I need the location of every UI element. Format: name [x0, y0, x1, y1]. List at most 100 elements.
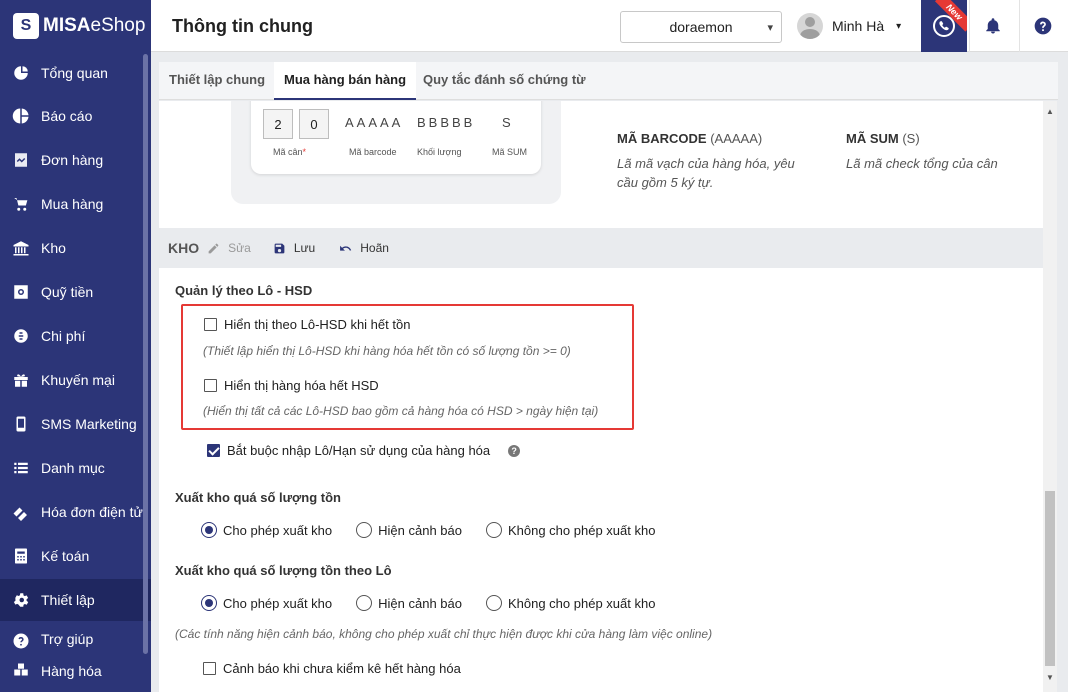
over-stock-deny-radio[interactable]: Không cho phép xuất kho	[485, 522, 656, 538]
radio-button[interactable]	[485, 522, 502, 538]
scale-code-label: Mã cân*	[273, 147, 306, 157]
call-center-button[interactable]: New	[921, 0, 967, 52]
sidebar-item-thiet-lap[interactable]: Thiết lập	[0, 579, 151, 621]
sidebar-item-label: Danh mục	[41, 460, 105, 476]
einvoice-icon	[11, 502, 31, 522]
show-expired-label: Hiển thị hàng hóa hết HSD	[224, 378, 379, 393]
over-stock-lot-allow-radio[interactable]: Cho phép xuất kho	[201, 595, 332, 611]
help-icon	[11, 631, 31, 651]
tab-purchase-sales[interactable]: Mua hàng bán hàng	[274, 62, 417, 100]
sidebar-item-bao-cao[interactable]: Báo cáo	[0, 95, 151, 137]
save-button[interactable]: Lưu	[273, 241, 315, 255]
barcode-info-title: MÃ BARCODE (AAAAA)	[617, 131, 762, 146]
sidebar-item-kho[interactable]: Kho	[0, 227, 151, 269]
radio-button[interactable]	[485, 595, 502, 611]
user-menu[interactable]: Minh Hà ▾	[797, 13, 901, 39]
barcode-desc-line: Lã mã vạch của hàng hóa, yêu	[617, 156, 795, 171]
tab-document-numbering[interactable]: Quy tắc đánh số chứng từ	[413, 62, 596, 100]
warehouse-section-header: KHO Sửa Lưu Hoãn	[159, 228, 1043, 268]
top-header: Thông tin chung doraemon ▾ Minh Hà ▾ New	[151, 0, 1068, 52]
sidebar-item-label: Kho	[41, 240, 66, 256]
sidebar-item-quy-tien[interactable]: Quỹ tiền	[0, 271, 151, 313]
edit-button[interactable]: Sửa	[207, 241, 251, 255]
scroll-up-arrow-icon[interactable]: ▲	[1046, 107, 1054, 116]
over-stock-title: Xuất kho quá số lượng tồn	[175, 490, 341, 505]
require-lot-option[interactable]: Bắt buộc nhập Lô/Hạn sử dụng của hàng hó…	[207, 443, 521, 458]
sidebar-item-tong-quan[interactable]: Tổng quan	[0, 52, 151, 94]
barcode-info-title-text: MÃ BARCODE	[617, 131, 707, 146]
pie-chart-icon	[11, 106, 31, 126]
over-stock-warn-radio[interactable]: Hiện cảnh báo	[356, 522, 462, 538]
sidebar-item-hang-hoa[interactable]: Hàng hóa	[0, 650, 151, 692]
sidebar-item-label: Trợ giúp	[41, 631, 94, 647]
require-lot-checkbox[interactable]	[207, 444, 220, 457]
sidebar-item-hoa-don-dien-tu[interactable]: Hóa đơn điện tử	[0, 491, 151, 533]
sidebar-item-ke-toan[interactable]: Kế toán	[0, 535, 151, 577]
show-lot-when-out-option[interactable]: Hiển thị theo Lô-HSD khi hết tồn	[204, 317, 410, 332]
show-expired-hint: (Hiển thị tất cả các Lô-HSD bao gồm cả h…	[203, 404, 599, 418]
scale-digit: 2	[263, 109, 293, 139]
order-icon	[11, 150, 31, 170]
save-button-label: Lưu	[293, 241, 316, 255]
sum-label: Mã SUM	[492, 147, 528, 157]
weight-code: BBBBB	[417, 115, 476, 130]
inventory-warning-option[interactable]: Cảnh báo khi chưa kiểm kê hết hàng hóa	[203, 661, 461, 676]
content-scrollbar[interactable]: ▲ ▼	[1043, 101, 1057, 692]
undo-button[interactable]: Hoãn	[339, 241, 389, 255]
show-expired-checkbox[interactable]	[204, 379, 217, 392]
misa-logo-icon: S	[13, 13, 39, 39]
sidebar-item-label: Báo cáo	[41, 108, 93, 124]
radio-button[interactable]	[356, 595, 373, 611]
sidebar-item-label: Thiết lập	[41, 592, 95, 608]
settings-tabs: Thiết lập chung Mua hàng bán hàng Quy tắ…	[159, 62, 1058, 100]
radio-button[interactable]	[356, 522, 373, 538]
notification-button[interactable]	[969, 0, 1015, 52]
scrollbar-thumb[interactable]	[1045, 491, 1055, 666]
store-select[interactable]: doraemon ▾	[620, 11, 782, 43]
calculator-icon	[11, 546, 31, 566]
over-stock-lot-title: Xuất kho quá số lượng tồn theo Lô	[175, 563, 392, 578]
radio-button[interactable]	[201, 595, 217, 611]
scroll-down-arrow-icon[interactable]: ▼	[1046, 673, 1054, 682]
sidebar-item-label: Kế toán	[41, 548, 90, 564]
help-icon[interactable]: ?	[508, 444, 521, 457]
radio-label: Không cho phép xuất kho	[507, 522, 656, 538]
sidebar-scrollbar[interactable]	[143, 54, 148, 654]
scale-digit: 0	[299, 109, 329, 139]
show-expired-option[interactable]: Hiển thị hàng hóa hết HSD	[204, 378, 379, 393]
chevron-down-icon: ▾	[767, 22, 773, 34]
show-lot-when-out-checkbox[interactable]	[204, 318, 217, 331]
sidebar-item-mua-hang[interactable]: Mua hàng	[0, 183, 151, 225]
over-stock-lot-deny-radio[interactable]: Không cho phép xuất kho	[485, 595, 655, 611]
show-lot-when-out-label: Hiển thị theo Lô-HSD khi hết tồn	[224, 317, 411, 332]
barcode-preview-card: 2 0 AAAAA BBBBB S Mã cân* Mã barcode Khố…	[231, 101, 561, 204]
radio-label: Cho phép xuất kho	[223, 595, 333, 611]
inventory-warning-checkbox[interactable]	[203, 662, 216, 675]
sidebar-item-tro-giup[interactable]: Trợ giúp	[0, 623, 151, 653]
sidebar-item-chi-phi[interactable]: Chi phí	[0, 315, 151, 357]
sidebar-item-sms-marketing[interactable]: SMS Marketing	[0, 403, 151, 445]
sidebar-item-label: Hàng hóa	[41, 663, 102, 679]
require-lot-label: Bắt buộc nhập Lô/Hạn sử dụng của hàng hó…	[227, 443, 491, 458]
barcode-preview: 2 0 AAAAA BBBBB S Mã cân* Mã barcode Khố…	[251, 101, 541, 174]
sidebar-item-label: Đơn hàng	[41, 152, 104, 168]
help-button[interactable]	[1019, 0, 1065, 52]
sidebar-item-label: Hóa đơn điện tử	[41, 504, 143, 520]
radio-label: Cho phép xuất kho	[223, 522, 333, 538]
warehouse-icon	[11, 238, 31, 258]
sidebar-item-label: SMS Marketing	[41, 416, 137, 432]
undo-button-label: Hoãn	[360, 241, 389, 255]
app-logo[interactable]: S MISAeShop	[0, 0, 151, 52]
dashboard-icon	[11, 63, 31, 83]
tab-general[interactable]: Thiết lập chung	[159, 62, 275, 100]
sidebar-item-don-hang[interactable]: Đơn hàng	[0, 139, 151, 181]
sidebar-item-khuyen-mai[interactable]: Khuyến mại	[0, 359, 151, 401]
sidebar-item-label: Mua hàng	[41, 196, 104, 212]
radio-label: Hiện cảnh báo	[378, 595, 462, 611]
radio-button[interactable]	[201, 522, 217, 538]
over-stock-allow-radio[interactable]: Cho phép xuất kho	[201, 522, 332, 538]
store-select-value: doraemon	[669, 19, 733, 35]
sidebar-item-label: Quỹ tiền	[41, 284, 94, 300]
over-stock-lot-warn-radio[interactable]: Hiện cảnh báo	[356, 595, 462, 611]
sidebar-item-danh-muc[interactable]: Danh mục	[0, 447, 151, 489]
